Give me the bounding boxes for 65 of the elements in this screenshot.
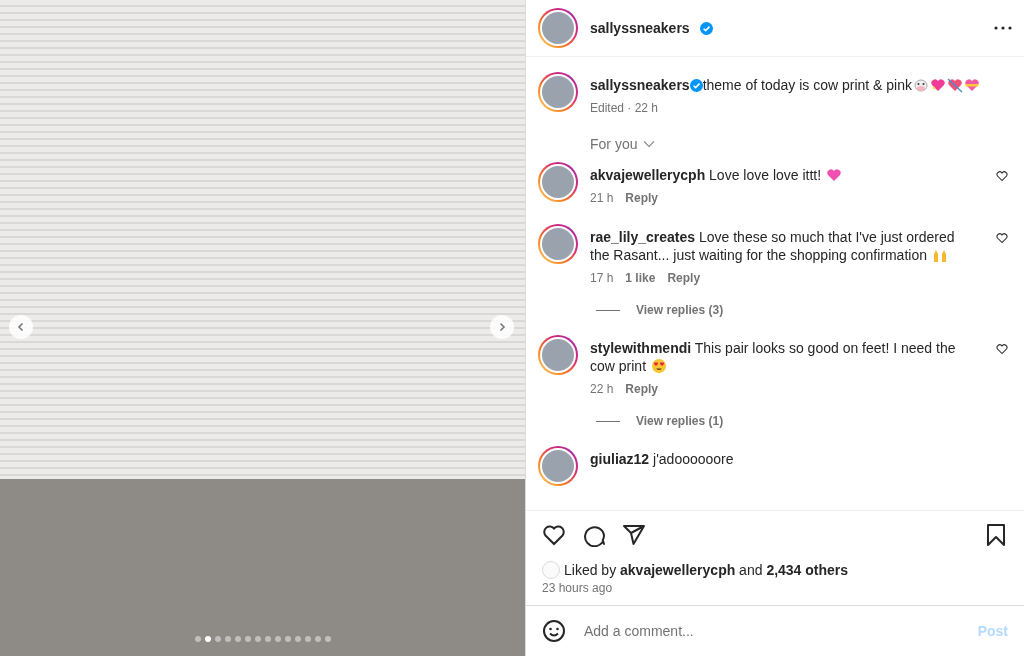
avatar[interactable] (538, 446, 578, 486)
heart-icon[interactable] (996, 170, 1008, 182)
username[interactable]: sallyssneakers (590, 20, 690, 36)
username[interactable]: rae_lily_creates (590, 229, 696, 245)
carousel-dot[interactable] (284, 636, 291, 642)
avatar[interactable] (538, 8, 578, 48)
carousel-dot[interactable] (294, 636, 301, 642)
reply-link[interactable]: Reply (667, 270, 701, 286)
view-replies-link[interactable]: View replies (3) (636, 302, 724, 318)
caption-text: theme of today is cow print & pink (702, 77, 912, 93)
more-options-icon[interactable] (994, 26, 1012, 30)
username[interactable]: sallyssneakers (590, 77, 690, 93)
heart-emoji-icon (826, 167, 843, 183)
comment-time: 22 h (590, 381, 614, 397)
username[interactable]: stylewithmendi (590, 340, 692, 356)
edited-time: Edited · 22 h (590, 100, 659, 116)
carousel-dot[interactable] (314, 636, 321, 642)
chevron-left-icon (16, 322, 26, 332)
reply-link[interactable]: Reply (625, 381, 659, 397)
sort-dropdown[interactable]: For you (590, 136, 656, 152)
previous-button[interactable] (9, 315, 33, 339)
heart-eyes-face-icon (650, 358, 667, 374)
next-button[interactable] (490, 315, 514, 339)
comment-text: akvajewellerycph Love love love ittt! (590, 162, 984, 184)
comment-text: rae_lily_creates Love these so much that I've just ordered the Rasant... just waiting for the shopping confirmation (590, 228, 956, 264)
carousel-dot[interactable] (264, 636, 271, 642)
avatar[interactable] (538, 335, 578, 375)
like-count[interactable]: 1 like (625, 270, 656, 286)
emoji-icon[interactable] (542, 619, 566, 643)
chevron-right-icon (497, 322, 507, 332)
carousel-dot[interactable] (274, 636, 281, 642)
chevron-down-icon (643, 140, 656, 148)
carousel-dot[interactable] (304, 636, 311, 642)
username[interactable]: giuliaz12 (590, 451, 650, 467)
comment-text: giuliaz12 j'adoooooore (590, 450, 735, 468)
comment-text: stylewithmendi This pair looks so good on feet! I need the cow print (590, 339, 957, 375)
username[interactable]: akvajewellerycph (590, 167, 706, 183)
comment-time: 21 h (590, 190, 614, 206)
carousel-dot[interactable] (204, 636, 211, 642)
bookmark-icon[interactable] (984, 523, 1008, 547)
comment-time: 17 h (590, 270, 614, 286)
heart-icon[interactable] (996, 232, 1008, 244)
heart-icon[interactable] (542, 523, 566, 547)
carousel-dot[interactable] (224, 636, 231, 642)
avatar[interactable] (538, 224, 578, 264)
comment-icon[interactable] (582, 523, 606, 547)
heart-with-arrow-icon (946, 77, 963, 93)
carousel-dot[interactable] (234, 636, 241, 642)
carousel-dot[interactable] (254, 636, 261, 642)
comment-input[interactable]: Add a comment... (582, 622, 962, 640)
heart-with-ribbon-icon (963, 77, 980, 93)
view-replies-link[interactable]: View replies (1) (636, 413, 724, 429)
carousel-dot[interactable] (194, 636, 201, 642)
avatar[interactable] (538, 72, 578, 112)
post-time: 23 hours ago (542, 581, 614, 595)
likes-summary[interactable]: Liked by akvajewellerycph and 2,434 others (564, 561, 849, 579)
send-icon[interactable] (622, 523, 646, 547)
carousel-dot[interactable] (214, 636, 221, 642)
reply-link[interactable]: Reply (625, 190, 659, 206)
heart-icon[interactable] (996, 343, 1008, 355)
carousel-dot[interactable] (324, 636, 331, 642)
carousel-dot[interactable] (244, 636, 251, 642)
avatar[interactable] (538, 162, 578, 202)
cow-face-icon (912, 77, 929, 93)
sparkling-heart-icon (929, 77, 946, 93)
